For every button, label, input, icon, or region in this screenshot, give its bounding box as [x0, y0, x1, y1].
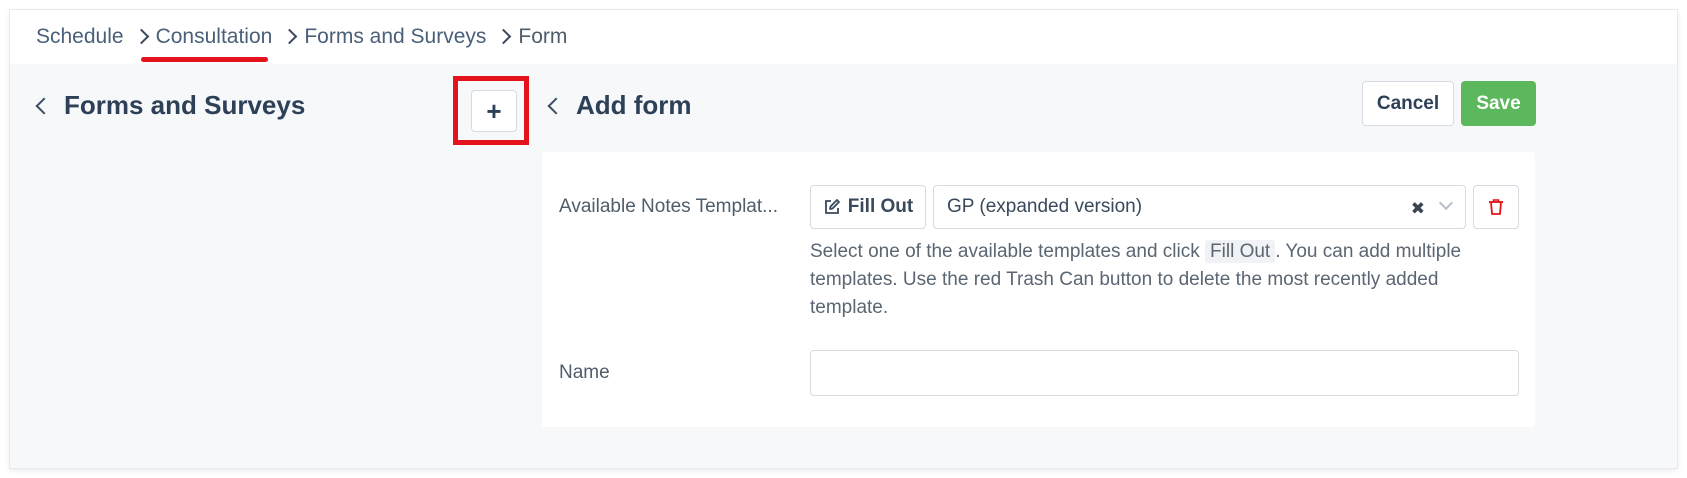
annotation-underline: [141, 57, 268, 62]
add-form-button[interactable]: +: [471, 90, 517, 132]
templates-label: Available Notes Templat...: [559, 196, 778, 217]
template-help-text: Select one of the available templates an…: [810, 238, 1490, 322]
fill-out-button[interactable]: Fill Out: [810, 185, 926, 229]
delete-template-button[interactable]: [1473, 185, 1519, 229]
template-select[interactable]: GP (expanded version) ✖: [933, 185, 1466, 229]
breadcrumb-current: Form: [518, 25, 568, 48]
clear-icon[interactable]: ✖: [1411, 199, 1425, 219]
help-text-start: Select one of the available templates an…: [810, 241, 1206, 262]
save-button[interactable]: Save: [1461, 81, 1536, 126]
left-panel-title: Forms and Surveys: [64, 90, 306, 120]
cancel-button[interactable]: Cancel: [1362, 81, 1454, 126]
forms-back-link[interactable]: Forms and Surveys: [35, 90, 306, 121]
fill-out-label: Fill Out: [847, 196, 914, 217]
form-panel: Available Notes Templat... Fill Out GP (…: [542, 152, 1535, 427]
trash-icon: [1489, 199, 1503, 215]
chevron-left-icon: [547, 97, 565, 114]
breadcrumb-schedule[interactable]: Schedule: [36, 25, 124, 49]
breadcrumb-forms-and-surveys[interactable]: Forms and Surveys: [304, 25, 486, 49]
chevron-left-icon: [35, 97, 53, 114]
chevron-right-icon: [133, 28, 149, 44]
breadcrumb-consultation[interactable]: Consultation: [156, 25, 273, 49]
breadcrumb: Schedule Consultation Forms and Surveys …: [10, 10, 1677, 64]
add-form-back-link[interactable]: Add form: [547, 90, 692, 121]
name-label: Name: [559, 362, 610, 383]
chevron-right-icon: [496, 28, 512, 44]
main-content: Forms and Surveys + Add form Cancel Save…: [10, 64, 1677, 468]
chevron-down-icon[interactable]: [1438, 195, 1454, 211]
template-select-value: GP (expanded version): [947, 196, 1143, 217]
app-frame: Schedule Consultation Forms and Surveys …: [10, 10, 1677, 468]
name-input[interactable]: [810, 350, 1519, 396]
chevron-right-icon: [282, 28, 298, 44]
help-fill-out-chip: Fill Out: [1205, 240, 1276, 263]
edit-icon: [824, 199, 840, 214]
form-title: Add form: [576, 90, 692, 120]
